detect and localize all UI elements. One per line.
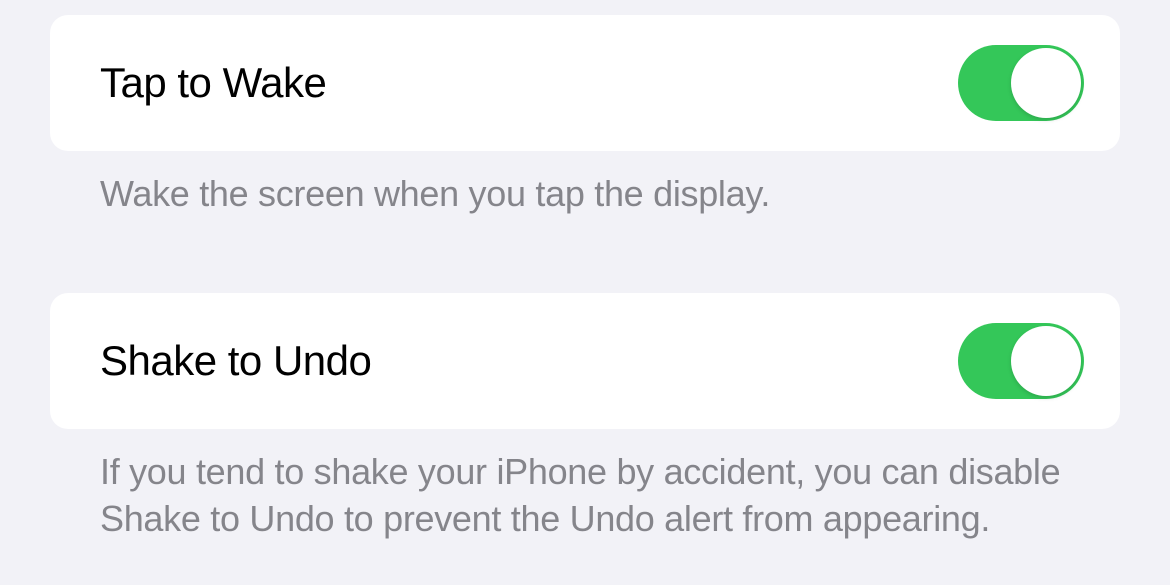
toggle-knob — [1011, 326, 1081, 396]
tap-to-wake-description: Wake the screen when you tap the display… — [50, 151, 1120, 218]
tap-to-wake-toggle[interactable] — [958, 45, 1084, 121]
toggle-knob — [1011, 48, 1081, 118]
tap-to-wake-label: Tap to Wake — [100, 59, 326, 107]
shake-to-undo-description: If you tend to shake your iPhone by acci… — [50, 429, 1120, 543]
shake-to-undo-toggle[interactable] — [958, 323, 1084, 399]
shake-to-undo-row: Shake to Undo — [50, 293, 1120, 429]
tap-to-wake-row: Tap to Wake — [50, 15, 1120, 151]
shake-to-undo-label: Shake to Undo — [100, 337, 371, 385]
